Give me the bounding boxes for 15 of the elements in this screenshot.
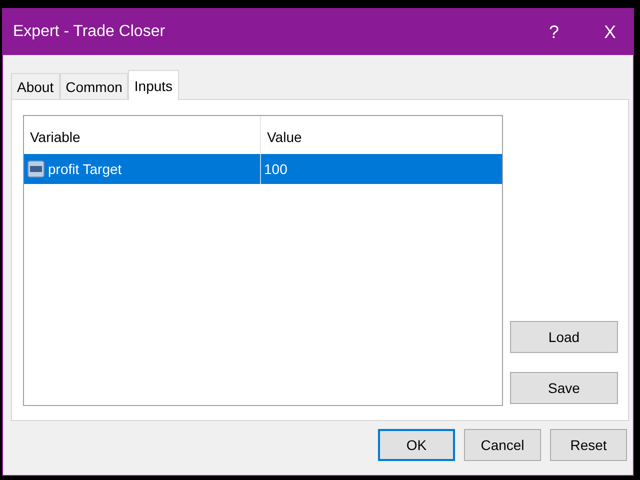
dialog-button[interactable]: OK [378, 429, 455, 461]
dialog-button[interactable]: Reset [550, 429, 627, 461]
tab[interactable]: Common [60, 73, 128, 99]
variable-value: 100 [264, 161, 288, 177]
tab[interactable]: About [11, 73, 60, 99]
table-row[interactable]: profit Target 100 [24, 154, 502, 184]
help-button[interactable]: ? [531, 9, 577, 55]
close-button[interactable]: X [587, 9, 633, 55]
window-title: Expert - Trade Closer [13, 23, 166, 41]
tab[interactable]: Inputs [128, 70, 179, 100]
variable-name: profit Target [48, 161, 122, 177]
column-header[interactable]: Value [261, 116, 502, 154]
side-button[interactable]: Save [510, 372, 618, 404]
dialog-button[interactable]: Cancel [464, 429, 541, 461]
side-button[interactable]: Load [510, 321, 618, 353]
